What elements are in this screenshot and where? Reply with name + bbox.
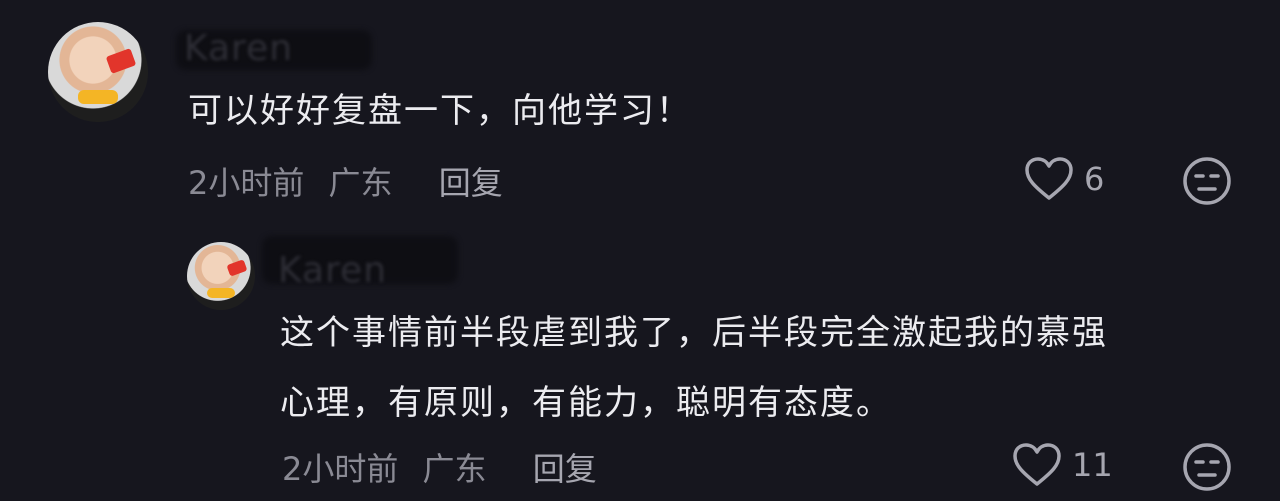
reply-button[interactable]: 回复 — [439, 164, 503, 202]
heart-outline-icon — [1013, 443, 1061, 486]
avatar-toy-detail — [207, 288, 235, 298]
comment-meta: 2小时前 广东 回复 — [188, 158, 517, 204]
comment-time: 2小时前 — [188, 164, 305, 202]
comment-location: 广东 — [328, 164, 393, 202]
comment-text-line1: 这个事情前半段虐到我了，后半段完全激起我的慕强 — [280, 313, 1108, 353]
neutral-face-icon[interactable] — [1182, 156, 1232, 206]
comment-meta: 2小时前 广东 回复 — [282, 444, 611, 490]
username[interactable]: Karen — [278, 250, 387, 291]
avatar[interactable] — [48, 22, 148, 122]
avatar-cup-detail — [226, 259, 248, 278]
username[interactable]: Karen — [184, 28, 293, 69]
comment-text-line2: 心理，有原则，有能力，聪明有态度。 — [280, 383, 892, 423]
like-count: 11 — [1072, 446, 1113, 484]
avatar-cup-detail — [105, 48, 137, 74]
like-count: 6 — [1084, 160, 1105, 198]
reply-button[interactable]: 回复 — [533, 450, 597, 488]
avatar-toy-detail — [78, 90, 118, 104]
like-button[interactable]: 6 — [1024, 156, 1104, 202]
like-button[interactable]: 11 — [1012, 442, 1113, 488]
avatar[interactable] — [187, 242, 255, 310]
comment-time: 2小时前 — [282, 450, 399, 488]
comment-text: 可以好好复盘一下，向他学习！ — [188, 91, 692, 131]
comment-location: 广东 — [422, 450, 487, 488]
neutral-face-icon[interactable] — [1182, 442, 1232, 492]
heart-outline-icon — [1025, 157, 1073, 200]
